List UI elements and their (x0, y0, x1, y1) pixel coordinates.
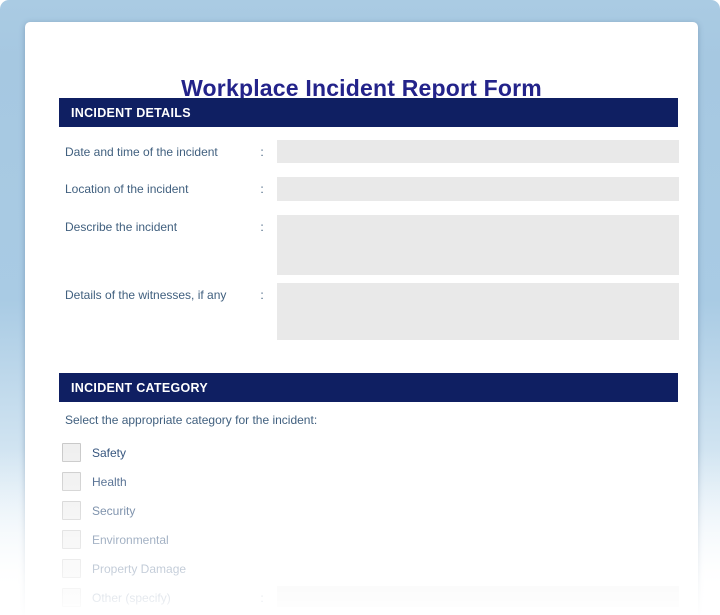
describe-textarea[interactable] (277, 215, 679, 275)
option-row-security: Security (62, 501, 135, 520)
option-row-property-damage: Property Damage (62, 559, 186, 578)
option-row-other: Other (specify) (62, 588, 171, 607)
checkbox-environmental[interactable] (62, 530, 81, 549)
category-intro-text: Select the appropriate category for the … (65, 413, 317, 427)
option-label-security: Security (92, 504, 135, 518)
location-label: Location of the incident (65, 177, 255, 200)
witnesses-label: Details of the witnesses, if any (65, 283, 255, 306)
page-background: Workplace Incident Report Form INCIDENT … (0, 0, 720, 615)
describe-colon: : (257, 215, 267, 238)
option-label-property-damage: Property Damage (92, 562, 186, 576)
checkbox-security[interactable] (62, 501, 81, 520)
option-label-environmental: Environmental (92, 533, 169, 547)
checkbox-other[interactable] (62, 588, 81, 607)
section-header-incident-category: INCIDENT CATEGORY (59, 373, 678, 402)
option-row-safety: Safety (62, 443, 126, 462)
option-label-health: Health (92, 475, 127, 489)
other-colon: : (257, 586, 267, 609)
section-header-label: INCIDENT CATEGORY (71, 381, 208, 395)
option-label-safety: Safety (92, 446, 126, 460)
describe-label: Describe the incident (65, 215, 255, 238)
checkbox-safety[interactable] (62, 443, 81, 462)
incident-report-form-card: Workplace Incident Report Form INCIDENT … (25, 22, 698, 615)
section-header-label: INCIDENT DETAILS (71, 106, 191, 120)
checkbox-property-damage[interactable] (62, 559, 81, 578)
other-specify-input[interactable] (277, 586, 679, 607)
option-row-health: Health (62, 472, 127, 491)
option-row-environmental: Environmental (62, 530, 169, 549)
checkbox-health[interactable] (62, 472, 81, 491)
section-header-incident-details: INCIDENT DETAILS (59, 98, 678, 127)
witnesses-textarea[interactable] (277, 283, 679, 340)
witnesses-colon: : (257, 283, 267, 306)
location-input[interactable] (277, 177, 679, 201)
option-label-other: Other (specify) (92, 591, 171, 605)
location-colon: : (257, 177, 267, 200)
date-time-input[interactable] (277, 140, 679, 163)
date-time-colon: : (257, 140, 267, 163)
date-time-label: Date and time of the incident (65, 140, 255, 163)
